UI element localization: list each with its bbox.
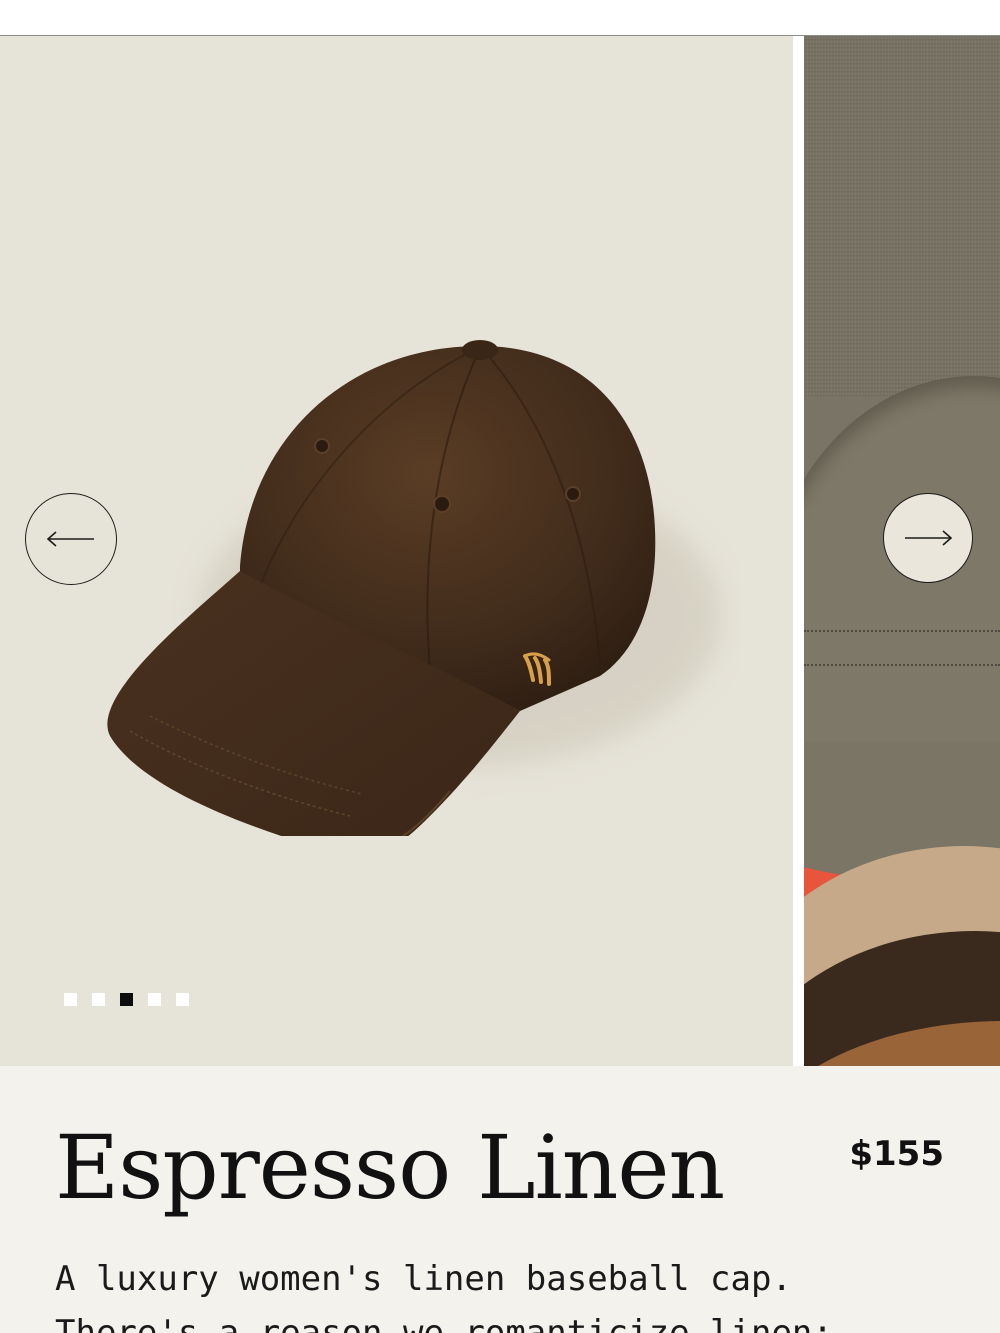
product-info: Espresso Linen $155 A luxury women's lin… bbox=[0, 1066, 1000, 1333]
next-image-button[interactable] bbox=[883, 493, 973, 583]
cap-image bbox=[107, 340, 720, 836]
product-title: Espresso Linen bbox=[55, 1116, 725, 1219]
slide-dot-1[interactable] bbox=[64, 993, 77, 1006]
previous-image-button[interactable] bbox=[25, 493, 117, 585]
slide-dot-3-active[interactable] bbox=[120, 993, 133, 1006]
arrow-right-icon bbox=[905, 530, 953, 546]
slide-indicators[interactable] bbox=[64, 993, 189, 1006]
product-price: $155 bbox=[849, 1134, 944, 1174]
product-image-gallery[interactable] bbox=[0, 36, 1000, 1066]
slide-dot-2[interactable] bbox=[92, 993, 105, 1006]
top-bar bbox=[0, 0, 1000, 36]
slide-dot-4[interactable] bbox=[148, 993, 161, 1006]
arrow-left-icon bbox=[46, 531, 94, 547]
product-image-main bbox=[0, 36, 793, 1066]
slide-dot-5[interactable] bbox=[176, 993, 189, 1006]
description-line: A luxury women's linen baseball cap. bbox=[55, 1259, 792, 1299]
product-description: A luxury women's linen baseball cap. The… bbox=[55, 1252, 955, 1333]
description-line: There's a reason we romanticize linen: bbox=[55, 1313, 833, 1333]
